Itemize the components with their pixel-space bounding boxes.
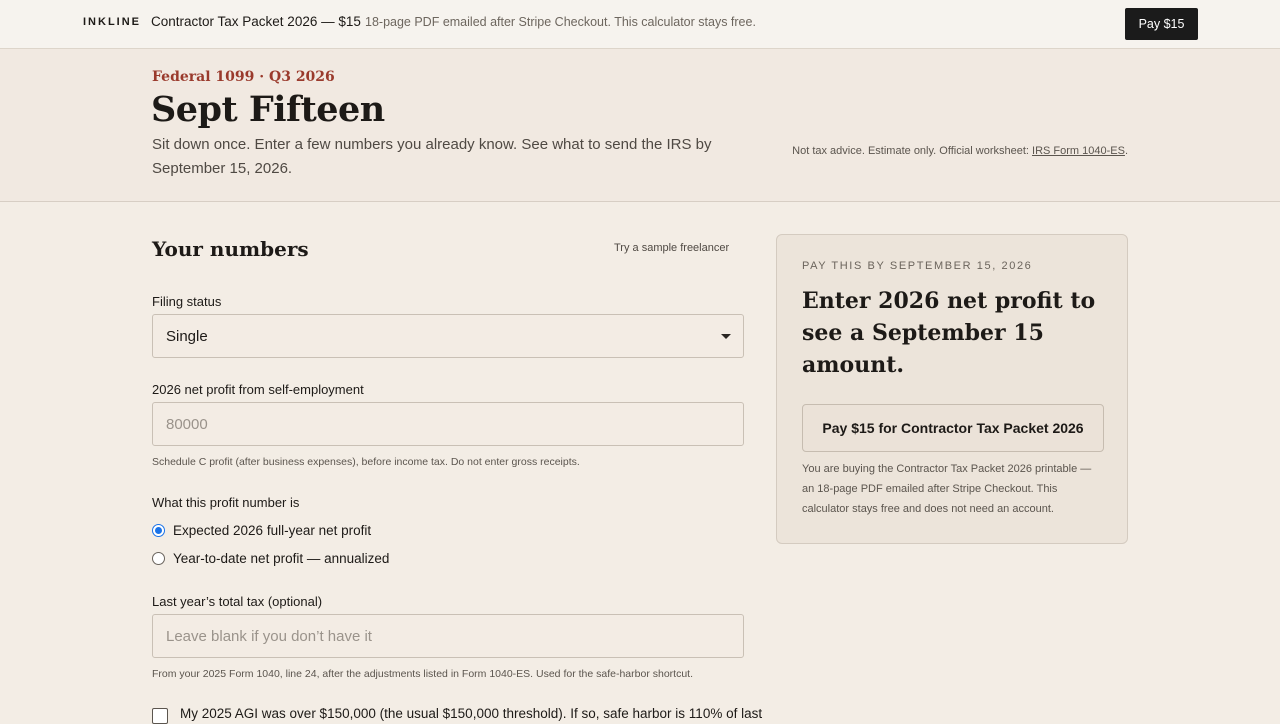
hero-eyebrow: Federal 1099 · Q3 2026: [152, 69, 335, 85]
chevron-down-icon: [721, 334, 731, 339]
last-year-tax-input[interactable]: Leave blank if you don’t have it: [152, 614, 744, 658]
agi-checkbox-label: My 2025 AGI was over $150,000 (the usual…: [180, 706, 763, 721]
card-eyebrow: PAY THIS BY SEPTEMBER 15, 2026: [802, 260, 1033, 272]
profit-type-label: What this profit number is: [152, 495, 300, 510]
pay-button[interactable]: Pay $15: [1125, 8, 1198, 40]
card-note: You are buying the Contractor Tax Packet…: [802, 463, 1092, 515]
brand-logo[interactable]: INKLINE: [83, 16, 141, 28]
payment-summary-card: PAY THIS BY SEPTEMBER 15, 2026 Enter 202…: [776, 234, 1128, 544]
card-title: Enter 2026 net profit to see a September…: [802, 288, 1096, 378]
sample-freelancer-link[interactable]: Try a sample freelancer: [614, 242, 729, 254]
page-title: Sept Fifteen: [151, 89, 385, 130]
filing-status-select[interactable]: Single: [152, 314, 744, 358]
net-profit-help: Schedule C profit (after business expens…: [152, 456, 580, 468]
disclaimer-period: .: [1124, 145, 1128, 157]
radio-expected-label: Expected 2026 full-year net profit: [173, 523, 372, 538]
net-profit-label: 2026 net profit from self-employment: [152, 382, 364, 397]
top-bar: INKLINE Contractor Tax Packet 2026 — $15…: [0, 0, 1280, 49]
last-year-tax-placeholder: Leave blank if you don’t have it: [166, 627, 372, 645]
disclaimer: Not tax advice. Estimate only. Official …: [780, 141, 1128, 161]
net-profit-placeholder: 80000: [166, 415, 208, 433]
radio-expected-profit[interactable]: Expected 2026 full-year net profit: [152, 523, 371, 538]
radio-unselected-icon[interactable]: [152, 552, 165, 565]
hero-section: Federal 1099 · Q3 2026 Sept Fifteen Sit …: [0, 49, 1280, 202]
last-year-tax-label: Last year’s total tax (optional): [152, 594, 323, 609]
filing-status-value: Single: [166, 327, 208, 345]
product-name: Contractor Tax Packet 2026 — $15: [151, 14, 361, 29]
agi-checkbox[interactable]: [152, 708, 168, 724]
agi-checkbox-row[interactable]: My 2025 AGI was over $150,000 (the usual…: [152, 706, 762, 724]
net-profit-input[interactable]: 80000: [152, 402, 744, 446]
buy-packet-button[interactable]: Pay $15 for Contractor Tax Packet 2026: [802, 404, 1104, 452]
last-year-tax-help: From your 2025 Form 1040, line 24, after…: [152, 668, 694, 680]
section-title: Your numbers: [152, 237, 309, 261]
product-note: 18-page PDF emailed after Stripe Checkou…: [365, 15, 756, 29]
hero-subtitle: Sit down once. Enter a few numbers you a…: [152, 136, 712, 177]
radio-selected-icon[interactable]: [152, 524, 165, 537]
radio-ytd-profit[interactable]: Year-to-date net profit — annualized: [152, 551, 389, 566]
filing-status-label: Filing status: [152, 294, 222, 309]
disclaimer-text: Not tax advice. Estimate only. Official …: [792, 145, 1033, 157]
radio-ytd-label: Year-to-date net profit — annualized: [173, 551, 390, 566]
irs-form-link[interactable]: IRS Form 1040-ES: [1032, 145, 1125, 157]
